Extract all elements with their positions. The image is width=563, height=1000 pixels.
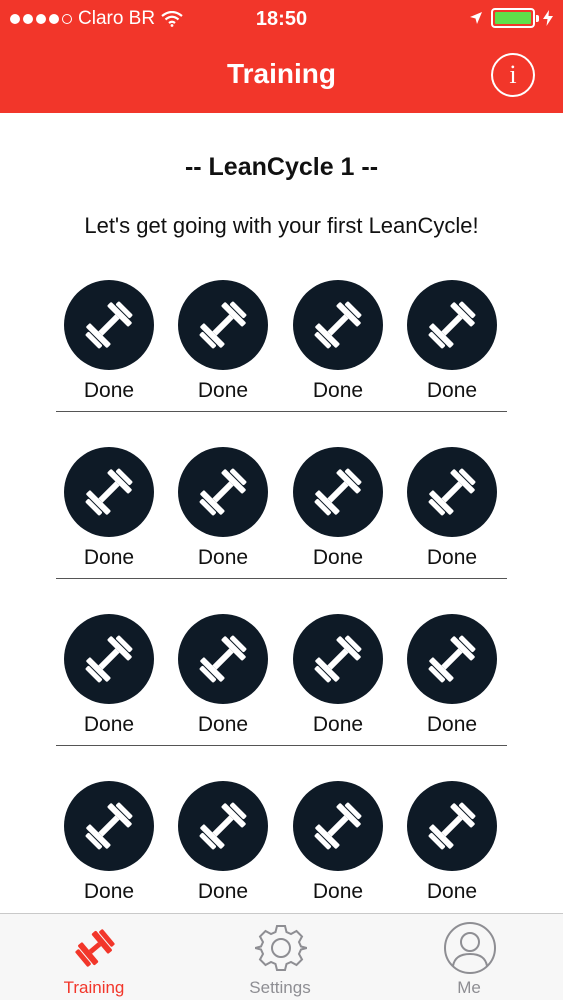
day-status-label: Done [197,379,249,402]
dumbbell-icon [293,447,383,537]
dumbbell-icon [178,614,268,704]
dumbbell-icon [178,447,268,537]
training-content[interactable]: -- LeanCycle 1 -- Let's get going with y… [0,113,563,913]
workout-day-button[interactable]: Done [52,447,164,569]
tab-me[interactable]: Me [399,914,539,1000]
day-status-label: Done [312,546,364,569]
dumbbell-icon [407,781,497,871]
day-status-label: Done [312,880,364,903]
day-status-label: Done [197,713,249,736]
battery-fill [495,12,531,24]
charging-bolt-icon [543,10,553,26]
workout-day-button[interactable]: Done [52,280,164,402]
tab-label-settings: Settings [249,978,311,997]
dumbbell-icon [407,280,497,370]
workout-day-button[interactable]: Done [52,781,164,903]
tab-bar: Training Settings Me [0,913,563,1000]
row-divider [56,410,507,412]
dumbbell-icon [64,781,154,871]
day-status-label: Done [426,713,478,736]
info-button[interactable]: i [491,53,535,97]
day-status-label: Done [426,379,478,402]
workout-day-button[interactable]: Done [395,614,507,736]
day-status-label: Done [83,546,135,569]
battery-icon [491,8,539,28]
status-bar: Claro BR 18:50 [0,0,563,38]
day-status-label: Done [312,713,364,736]
week-row: Done Done Done Done [52,781,507,913]
workout-day-button[interactable]: Done [166,447,278,569]
dumbbell-icon [64,614,154,704]
tab-label-me: Me [457,978,481,997]
day-status-label: Done [426,546,478,569]
workout-day-button[interactable]: Done [52,614,164,736]
day-status-label: Done [83,713,135,736]
day-status-label: Done [312,379,364,402]
workout-day-button[interactable]: Done [281,781,393,903]
workout-day-button[interactable]: Done [281,614,393,736]
status-right [469,8,553,28]
workout-day-button[interactable]: Done [166,614,278,736]
workout-day-button[interactable]: Done [281,280,393,402]
week-row: Done Done Done Done [52,280,507,430]
workout-day-button[interactable]: Done [281,447,393,569]
row-divider [56,577,507,579]
workout-day-button[interactable]: Done [395,280,507,402]
week-row: Done Done Done Done [52,614,507,764]
tab-training[interactable]: Training [24,914,164,1000]
day-status-label: Done [83,880,135,903]
info-icon: i [509,60,517,89]
location-arrow-icon [470,12,482,24]
person-icon [442,920,498,976]
dumbbell-icon [407,447,497,537]
dumbbell-icon [293,781,383,871]
dumbbell-icon [407,614,497,704]
week-row: Done Done Done Done [52,447,507,597]
dumbbell-icon [293,614,383,704]
dumbbell-icon [64,280,154,370]
day-status-label: Done [83,379,135,402]
cycle-title: -- LeanCycle 1 -- [184,153,379,181]
dumbbell-icon [178,280,268,370]
dumbbell-icon [67,920,123,976]
page-title: Training [227,58,336,89]
navigation-bar: Training i [0,38,563,113]
day-status-label: Done [426,880,478,903]
tab-label-training: Training [63,978,125,997]
dumbbell-icon [293,280,383,370]
workout-day-button[interactable]: Done [166,280,278,402]
workout-day-button[interactable]: Done [395,781,507,903]
day-status-label: Done [197,880,249,903]
row-divider [56,744,507,746]
cycle-subtitle: Let's get going with your first LeanCycl… [84,213,479,238]
dumbbell-icon [64,447,154,537]
workout-day-button[interactable]: Done [166,781,278,903]
day-status-label: Done [197,546,249,569]
tab-settings[interactable]: Settings [210,914,350,1000]
workout-day-button[interactable]: Done [395,447,507,569]
gear-icon [253,920,309,976]
dumbbell-icon [178,781,268,871]
